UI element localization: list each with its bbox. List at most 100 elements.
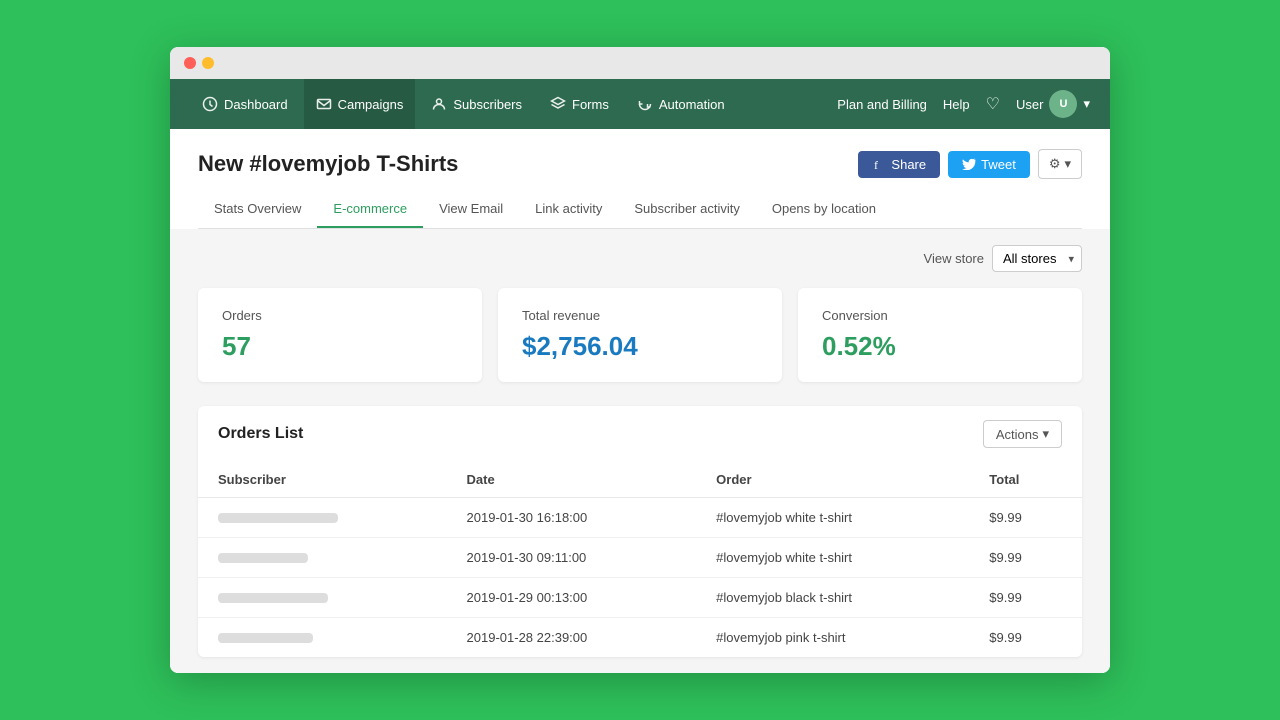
store-select-wrap[interactable]: All stores: [992, 245, 1082, 272]
view-store-label: View store: [924, 251, 984, 266]
page-content: New #lovemyjob T-Shirts f Share Tweet ⚙: [170, 129, 1110, 229]
col-subscriber: Subscriber: [198, 462, 447, 498]
order-cell: #lovemyjob white t-shirt: [696, 498, 969, 538]
tab-link-activity[interactable]: Link activity: [519, 191, 618, 228]
date-cell: 2019-01-29 00:13:00: [447, 578, 697, 618]
dot-red[interactable]: [184, 57, 196, 69]
subscriber-cell: [198, 538, 447, 578]
revenue-value: $2,756.04: [522, 331, 758, 362]
navbar: Dashboard Campaigns Subscribers: [170, 79, 1110, 129]
settings-button[interactable]: ⚙ ▾: [1038, 149, 1082, 179]
mail-icon: [316, 96, 332, 112]
date-cell: 2019-01-28 22:39:00: [447, 618, 697, 658]
subscriber-placeholder: [218, 513, 338, 523]
subscriber-cell: [198, 498, 447, 538]
nav-item-campaigns[interactable]: Campaigns: [304, 79, 416, 129]
stats-cards: Orders 57 Total revenue $2,756.04 Conver…: [198, 288, 1082, 382]
order-cell: #lovemyjob pink t-shirt: [696, 618, 969, 658]
orders-table: Subscriber Date Order Total 2019-01-30 1…: [198, 462, 1082, 657]
col-total: Total: [969, 462, 1082, 498]
nav-item-dashboard[interactable]: Dashboard: [190, 79, 300, 129]
total-cell: $9.99: [969, 578, 1082, 618]
heart-icon[interactable]: ♡: [986, 94, 1000, 114]
main-body: View store All stores Orders 57 Total re…: [170, 229, 1110, 673]
svg-text:f: f: [874, 158, 878, 171]
total-cell: $9.99: [969, 618, 1082, 658]
orders-section: Orders List Actions ▾ Subscriber Date Or…: [198, 406, 1082, 657]
share-label: Share: [891, 157, 926, 172]
user-avatar: U: [1049, 90, 1077, 118]
actions-label: Actions: [996, 427, 1039, 442]
tab-view-email[interactable]: View Email: [423, 191, 519, 228]
layers-icon: [550, 96, 566, 112]
stat-card-conversion: Conversion 0.52%: [798, 288, 1082, 382]
conversion-label: Conversion: [822, 308, 1058, 323]
nav-label-campaigns: Campaigns: [338, 97, 404, 112]
orders-title: Orders List: [218, 425, 303, 443]
tab-subscriber-activity[interactable]: Subscriber activity: [618, 191, 755, 228]
orders-header: Orders List Actions ▾: [198, 406, 1082, 462]
nav-label-automation: Automation: [659, 97, 725, 112]
subscriber-cell: [198, 618, 447, 658]
subscriber-cell: [198, 578, 447, 618]
subscriber-placeholder: [218, 593, 328, 603]
order-cell: #lovemyjob black t-shirt: [696, 578, 969, 618]
nav-right: Plan and Billing Help ♡ User U ▾: [837, 90, 1090, 118]
twitter-icon: [962, 158, 976, 170]
tab-ecommerce[interactable]: E-commerce: [317, 191, 423, 228]
chevron-down-icon: ▾: [1083, 96, 1090, 112]
user-label: User: [1016, 97, 1043, 112]
nav-left: Dashboard Campaigns Subscribers: [190, 79, 837, 129]
tweet-button[interactable]: Tweet: [948, 151, 1030, 178]
table-header-row: Subscriber Date Order Total: [198, 462, 1082, 498]
orders-value: 57: [222, 331, 458, 362]
page-header: New #lovemyjob T-Shirts f Share Tweet ⚙: [198, 149, 1082, 179]
orders-label: Orders: [222, 308, 458, 323]
table-row: 2019-01-28 22:39:00 #lovemyjob pink t-sh…: [198, 618, 1082, 658]
order-cell: #lovemyjob white t-shirt: [696, 538, 969, 578]
tweet-label: Tweet: [981, 157, 1016, 172]
store-bar: View store All stores: [198, 245, 1082, 272]
total-cell: $9.99: [969, 498, 1082, 538]
tab-stats-overview[interactable]: Stats Overview: [198, 191, 317, 228]
dot-green[interactable]: [220, 57, 232, 69]
all-stores-select[interactable]: All stores: [992, 245, 1082, 272]
share-button[interactable]: f Share: [858, 151, 940, 178]
dot-yellow[interactable]: [202, 57, 214, 69]
revenue-label: Total revenue: [522, 308, 758, 323]
refresh-icon: [637, 96, 653, 112]
nav-item-automation[interactable]: Automation: [625, 79, 737, 129]
stat-card-orders: Orders 57: [198, 288, 482, 382]
clock-icon: [202, 96, 218, 112]
actions-button[interactable]: Actions ▾: [983, 420, 1062, 448]
conversion-value: 0.52%: [822, 331, 1058, 362]
col-date: Date: [447, 462, 697, 498]
actions-chevron-icon: ▾: [1042, 426, 1049, 442]
tabs: Stats Overview E-commerce View Email Lin…: [198, 191, 1082, 229]
gear-icon: ⚙: [1049, 156, 1061, 172]
user-area[interactable]: User U ▾: [1016, 90, 1090, 118]
browser-window: Dashboard Campaigns Subscribers: [170, 47, 1110, 673]
date-cell: 2019-01-30 16:18:00: [447, 498, 697, 538]
browser-chrome: [170, 47, 1110, 79]
table-row: 2019-01-30 16:18:00 #lovemyjob white t-s…: [198, 498, 1082, 538]
total-cell: $9.99: [969, 538, 1082, 578]
nav-item-forms[interactable]: Forms: [538, 79, 621, 129]
col-order: Order: [696, 462, 969, 498]
date-cell: 2019-01-30 09:11:00: [447, 538, 697, 578]
orders-tbody: 2019-01-30 16:18:00 #lovemyjob white t-s…: [198, 498, 1082, 658]
table-row: 2019-01-29 00:13:00 #lovemyjob black t-s…: [198, 578, 1082, 618]
subscriber-placeholder: [218, 633, 313, 643]
header-actions: f Share Tweet ⚙ ▾: [858, 149, 1082, 179]
help-link[interactable]: Help: [943, 97, 970, 112]
page-title: New #lovemyjob T-Shirts: [198, 151, 458, 177]
table-row: 2019-01-30 09:11:00 #lovemyjob white t-s…: [198, 538, 1082, 578]
facebook-icon: f: [872, 157, 886, 171]
subscriber-placeholder: [218, 553, 308, 563]
nav-label-dashboard: Dashboard: [224, 97, 288, 112]
plan-billing-link[interactable]: Plan and Billing: [837, 97, 927, 112]
tab-opens-by-location[interactable]: Opens by location: [756, 191, 892, 228]
person-icon: [431, 96, 447, 112]
nav-item-subscribers[interactable]: Subscribers: [419, 79, 534, 129]
nav-label-forms: Forms: [572, 97, 609, 112]
